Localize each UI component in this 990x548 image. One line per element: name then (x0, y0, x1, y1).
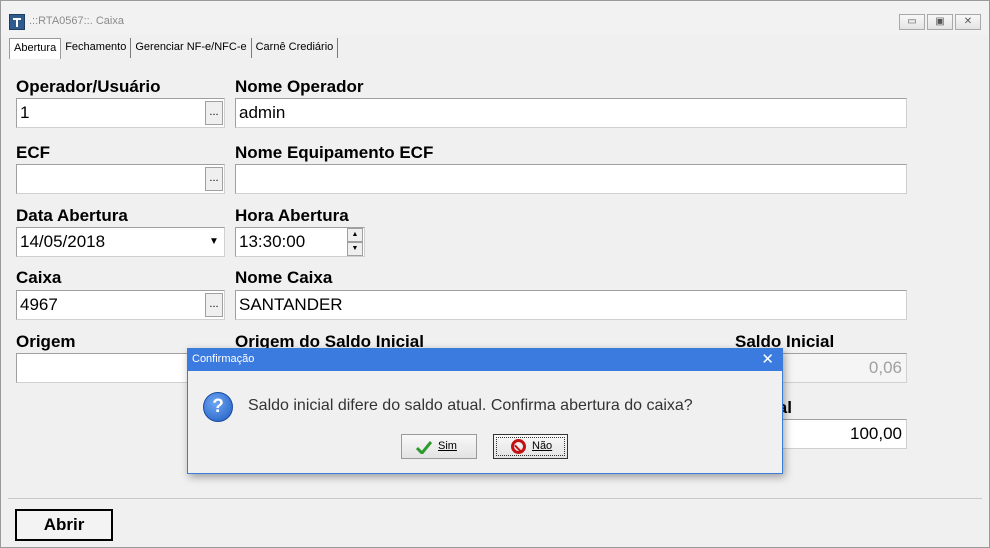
dialog-message: Saldo inicial difere do saldo atual. Con… (248, 397, 693, 414)
nome-ecf-label: Nome Equipamento ECF (235, 143, 434, 162)
hora-abertura-label: Hora Abertura (235, 206, 349, 225)
chevron-down-icon[interactable]: ▼ (205, 228, 223, 256)
nao-button[interactable]: Não (493, 434, 568, 459)
hora-abertura-input[interactable]: 13:30:00 (235, 227, 365, 257)
sim-label: Sim (438, 440, 457, 452)
nao-label: Não (532, 440, 553, 452)
tab-bar: Abertura Fechamento Gerenciar NF-e/NFC-e… (9, 38, 339, 59)
maximize-icon: ▣ (935, 16, 945, 27)
operador-label: Operador/Usuário (16, 77, 161, 96)
title-bar: .::RTA0567::. Caixa ▭ ▣ ✕ (1, 1, 989, 35)
minimize-icon: ▭ (907, 16, 917, 27)
spin-down-icon[interactable]: ▼ (347, 242, 363, 256)
check-icon (416, 441, 432, 454)
sim-button[interactable]: Sim (401, 434, 477, 459)
caixa-lookup-button[interactable]: ... (205, 293, 223, 317)
time-spinner[interactable]: ▲ ▼ (347, 228, 363, 256)
maximize-button[interactable]: ▣ (927, 14, 953, 30)
dialog-title-bar: Confirmação ✕ (188, 349, 782, 371)
nome-caixa-label: Nome Caixa (235, 268, 333, 287)
close-icon: ✕ (963, 16, 973, 27)
operador-lookup-button[interactable]: ... (205, 101, 223, 125)
nome-caixa-input[interactable]: SANTANDER (235, 290, 907, 320)
caixa-label: Caixa (16, 268, 62, 287)
nome-operador-label: Nome Operador (235, 77, 364, 96)
confirm-dialog: Confirmação ✕ ? Saldo inicial difere do … (187, 348, 783, 474)
nome-operador-input[interactable]: admin (235, 98, 907, 128)
spin-up-icon[interactable]: ▲ (347, 228, 363, 242)
data-abertura-input[interactable]: 14/05/2018 (16, 227, 225, 257)
no-entry-icon (511, 439, 526, 454)
dialog-title: Confirmação (192, 353, 255, 365)
ecf-input[interactable] (16, 164, 225, 194)
app-logo-icon (9, 14, 25, 30)
close-button[interactable]: ✕ (955, 14, 981, 30)
tab-abertura[interactable]: Abertura (9, 38, 62, 59)
caixa-input[interactable]: 4967 (16, 290, 225, 320)
ecf-lookup-button[interactable]: ... (205, 167, 223, 191)
origem-label: Origem (16, 332, 76, 351)
question-icon: ? (203, 392, 233, 422)
footer-bar: Abrir (8, 498, 982, 542)
tab-fechamento[interactable]: Fechamento (61, 38, 132, 58)
window-title: .::RTA0567::. Caixa (29, 15, 124, 27)
data-abertura-label: Data Abertura (16, 206, 128, 225)
tab-gerenciar-nfe[interactable]: Gerenciar NF-e/NFC-e (131, 38, 252, 58)
window-controls: ▭ ▣ ✕ (899, 14, 981, 30)
ecf-label: ECF (16, 143, 50, 162)
operador-input[interactable]: 1 (16, 98, 225, 128)
abrir-button[interactable]: Abrir (15, 509, 113, 541)
minimize-button[interactable]: ▭ (899, 14, 925, 30)
tab-carne-crediario[interactable]: Carnê Crediário (251, 38, 339, 58)
dialog-close-icon[interactable]: ✕ (761, 350, 774, 370)
nome-ecf-input[interactable] (235, 164, 907, 194)
